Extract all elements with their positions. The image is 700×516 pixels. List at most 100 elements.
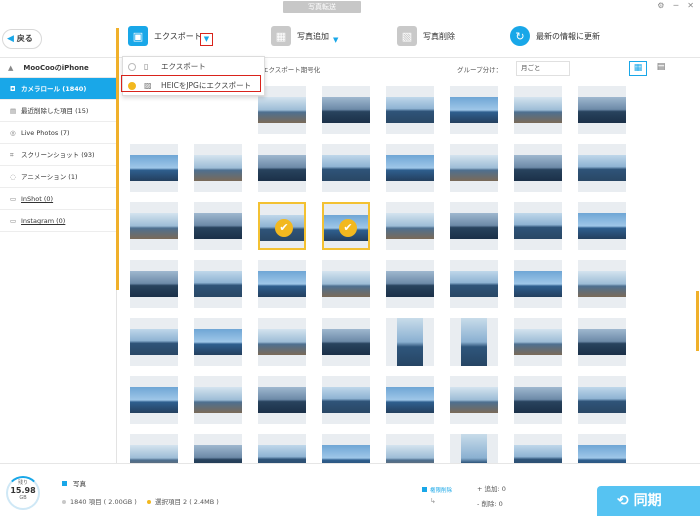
photo-thumbnail[interactable]	[450, 144, 498, 192]
photo-image	[194, 387, 242, 413]
photo-image	[450, 97, 498, 123]
add-dropdown-caret[interactable]: ▼	[333, 36, 338, 44]
highlight-box	[121, 75, 261, 92]
refresh-button[interactable]: ↻ 最新の情報に更新	[510, 26, 600, 46]
permission-marker	[422, 487, 427, 492]
close-icon[interactable]: ✕	[687, 1, 694, 10]
photo-thumbnail[interactable]	[450, 318, 498, 366]
device-header[interactable]: ▲ MooCooのiPhone	[0, 58, 116, 78]
sidebar-item-recently-deleted[interactable]: ▤ 最近削除した項目 (15)	[0, 100, 116, 122]
photo-thumbnail[interactable]	[450, 434, 498, 463]
photo-thumbnail[interactable]	[194, 318, 242, 366]
delete-photo-button[interactable]: ▧ 写真削除	[397, 26, 455, 46]
photo-thumbnail[interactable]	[130, 202, 178, 250]
photo-thumbnail[interactable]	[578, 202, 626, 250]
photo-image	[514, 387, 562, 413]
refresh-label: 最新の情報に更新	[536, 31, 600, 41]
photo-thumbnail[interactable]	[194, 260, 242, 308]
photo-image	[578, 329, 626, 355]
export-button[interactable]: ▣ エクスポート	[128, 26, 202, 46]
minimize-icon[interactable]: ─	[673, 1, 678, 10]
photo-thumbnail[interactable]	[514, 434, 562, 463]
sidebar-item-inshot[interactable]: ▭ InShot (0)	[0, 188, 116, 210]
photo-image	[386, 97, 434, 123]
photo-thumbnail[interactable]	[578, 318, 626, 366]
photo-thumbnail[interactable]	[322, 86, 370, 134]
photo-thumbnail[interactable]	[450, 202, 498, 250]
document-icon: ▯	[144, 62, 149, 71]
photo-thumbnail[interactable]	[194, 376, 242, 424]
photo-image	[130, 387, 178, 413]
photo-thumbnail[interactable]	[578, 260, 626, 308]
photo-thumbnail[interactable]	[578, 144, 626, 192]
photo-thumbnail[interactable]	[130, 144, 178, 192]
photo-thumbnail[interactable]	[386, 318, 434, 366]
sidebar-item-screenshots[interactable]: ⌗ スクリーンショット (93)	[0, 144, 116, 166]
total-marker	[62, 500, 66, 504]
checkmark-icon: ✔	[275, 219, 293, 237]
photo-thumbnail[interactable]	[514, 86, 562, 134]
photo-thumbnail[interactable]	[258, 86, 306, 134]
sidebar-item-animation[interactable]: ◌ アニメーション (1)	[0, 166, 116, 188]
sidebar-item-instagram[interactable]: ▭ Instagram (0)	[0, 210, 116, 232]
photo-thumbnail[interactable]	[450, 376, 498, 424]
photo-thumbnail[interactable]	[386, 260, 434, 308]
photo-thumbnail[interactable]	[258, 144, 306, 192]
export-dropdown-caret[interactable]: ▼	[200, 33, 213, 46]
settings-icon[interactable]: ⚙	[657, 1, 664, 10]
trash-icon: ▤	[10, 107, 17, 115]
photo-image	[578, 387, 626, 413]
photo-image	[130, 445, 178, 463]
add-photo-button[interactable]: ▦ 写真追加	[271, 26, 329, 46]
photo-thumbnail[interactable]: ✔	[258, 202, 306, 250]
add-photo-label: 写真追加	[297, 31, 329, 41]
export-encrypt-label: エクスポート期号化	[262, 66, 321, 74]
photo-thumbnail[interactable]	[578, 434, 626, 463]
photo-thumbnail[interactable]	[258, 260, 306, 308]
photo-thumbnail[interactable]	[386, 86, 434, 134]
photo-thumbnail[interactable]	[130, 434, 178, 463]
photo-thumbnail[interactable]	[514, 260, 562, 308]
photo-thumbnail[interactable]	[130, 260, 178, 308]
photo-thumbnail[interactable]	[194, 434, 242, 463]
photo-thumbnail[interactable]	[322, 318, 370, 366]
menu-item-export[interactable]: ▯ エクスポート	[123, 58, 264, 76]
sidebar-item-camera-roll[interactable]: ◘ カメラロール (1840)	[0, 78, 116, 100]
photo-thumbnail[interactable]	[514, 318, 562, 366]
photo-thumbnail[interactable]	[578, 86, 626, 134]
back-button[interactable]: ◀ 戻る	[2, 29, 42, 49]
list-view-icon[interactable]: ▤	[652, 61, 670, 76]
photo-thumbnail[interactable]	[322, 434, 370, 463]
photo-thumbnail[interactable]	[386, 434, 434, 463]
photo-thumbnail[interactable]	[322, 260, 370, 308]
photo-thumbnail[interactable]	[514, 144, 562, 192]
sidebar-scrollbar[interactable]	[116, 28, 119, 290]
photo-thumbnail[interactable]: ✔	[322, 202, 370, 250]
camera-icon: ◘	[10, 85, 16, 93]
photo-thumbnail[interactable]	[258, 434, 306, 463]
photo-thumbnail[interactable]	[322, 376, 370, 424]
photo-thumbnail[interactable]	[386, 202, 434, 250]
photo-image	[386, 445, 434, 463]
photo-thumbnail[interactable]	[258, 318, 306, 366]
photo-thumbnail[interactable]	[386, 376, 434, 424]
group-by-select[interactable]: 月ごと	[516, 61, 570, 76]
photo-thumbnail[interactable]	[194, 144, 242, 192]
grid-scrollbar[interactable]	[696, 291, 699, 351]
checkmark-icon: ✔	[339, 219, 357, 237]
photo-thumbnail[interactable]	[450, 86, 498, 134]
photo-thumbnail[interactable]	[130, 376, 178, 424]
photo-thumbnail[interactable]	[514, 376, 562, 424]
photo-thumbnail[interactable]	[578, 376, 626, 424]
photo-thumbnail[interactable]	[322, 144, 370, 192]
photo-thumbnail[interactable]	[194, 202, 242, 250]
sync-button[interactable]: ⟲ 同期	[597, 486, 700, 516]
grid-view-icon[interactable]: ▦	[629, 61, 647, 76]
photo-thumbnail[interactable]	[450, 260, 498, 308]
refresh-icon: ↻	[510, 26, 530, 46]
photo-thumbnail[interactable]	[130, 318, 178, 366]
sidebar-item-live-photos[interactable]: ◎ Live Photos (7)	[0, 122, 116, 144]
photo-thumbnail[interactable]	[514, 202, 562, 250]
photo-thumbnail[interactable]	[258, 376, 306, 424]
photo-thumbnail[interactable]	[386, 144, 434, 192]
